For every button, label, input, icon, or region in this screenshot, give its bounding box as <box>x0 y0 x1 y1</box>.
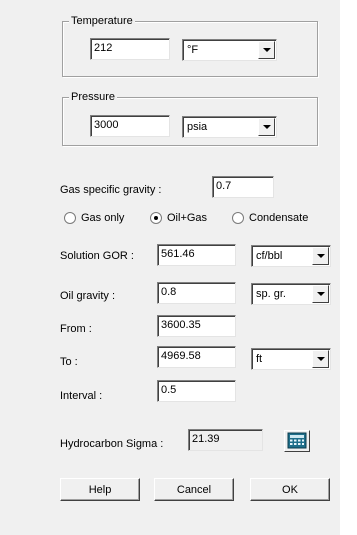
radio-selected-dot-icon <box>154 216 158 220</box>
radio-gas-only-label: Gas only <box>81 212 125 224</box>
radio-oil-gas-label: Oil+Gas <box>167 212 208 224</box>
chevron-down-icon <box>263 48 271 52</box>
radio-circle <box>64 212 76 224</box>
calculator-icon <box>287 432 307 449</box>
gas-specific-gravity-label: Gas specific gravity : <box>60 184 162 196</box>
chevron-down-icon <box>317 357 325 361</box>
pressure-input[interactable]: 3000 <box>90 115 170 137</box>
interval-input[interactable]: 0.5 <box>157 380 236 402</box>
pressure-unit-value: psia <box>187 121 208 133</box>
interval-label: Interval : <box>60 390 103 402</box>
depth-unit-value: ft <box>256 353 263 365</box>
hydrocarbon-sigma-output: 21.39 <box>188 429 263 451</box>
solution-gor-input[interactable]: 561.46 <box>157 244 236 266</box>
from-input[interactable]: 3600.35 <box>157 315 236 337</box>
temperature-unit-value: °F <box>187 44 199 56</box>
hydrocarbon-sigma-label: Hydrocarbon Sigma : <box>60 438 164 450</box>
solution-gor-unit-select[interactable]: cf/bbl <box>251 245 331 267</box>
chevron-down-icon <box>317 292 325 296</box>
temperature-unit-select[interactable]: °F <box>182 39 277 61</box>
oil-gravity-input[interactable]: 0.8 <box>157 282 236 304</box>
to-label: To : <box>60 356 78 368</box>
radio-circle-selected <box>150 212 162 224</box>
pressure-unit-dropdown-button[interactable] <box>258 118 275 136</box>
chevron-down-icon <box>317 254 325 258</box>
radio-gas-only[interactable]: Gas only <box>64 212 124 224</box>
help-button[interactable]: Help <box>60 478 140 501</box>
temperature-input[interactable]: 212 <box>90 38 170 60</box>
oil-gravity-unit-select[interactable]: sp. gr. <box>251 283 331 305</box>
oil-gravity-unit-value: sp. gr. <box>256 288 286 300</box>
oil-gravity-unit-dropdown-button[interactable] <box>312 285 329 303</box>
solution-gor-unit-dropdown-button[interactable] <box>312 247 329 265</box>
solution-gor-unit-value: cf/bbl <box>256 250 283 262</box>
oil-gravity-label: Oil gravity : <box>60 290 116 302</box>
pressure-legend: Pressure <box>69 90 118 104</box>
dialog: Temperature 212 °F Pressure 3000 psia Ga… <box>0 0 340 535</box>
to-input[interactable]: 4969.58 <box>157 346 236 368</box>
radio-circle <box>232 212 244 224</box>
cancel-button[interactable]: Cancel <box>154 478 234 501</box>
temperature-unit-dropdown-button[interactable] <box>258 41 275 59</box>
from-label: From : <box>60 323 92 335</box>
solution-gor-label: Solution GOR : <box>60 250 134 262</box>
radio-oil-gas[interactable]: Oil+Gas <box>150 212 207 224</box>
temperature-legend: Temperature <box>69 14 135 28</box>
radio-condensate[interactable]: Condensate <box>232 212 308 224</box>
chevron-down-icon <box>263 125 271 129</box>
radio-condensate-label: Condensate <box>249 212 309 224</box>
depth-unit-select[interactable]: ft <box>251 348 331 370</box>
ok-button[interactable]: OK <box>250 478 330 501</box>
depth-unit-dropdown-button[interactable] <box>312 350 329 368</box>
gas-specific-gravity-input[interactable]: 0.7 <box>212 176 274 198</box>
calculate-sigma-button[interactable] <box>284 430 310 452</box>
pressure-unit-select[interactable]: psia <box>182 116 277 138</box>
